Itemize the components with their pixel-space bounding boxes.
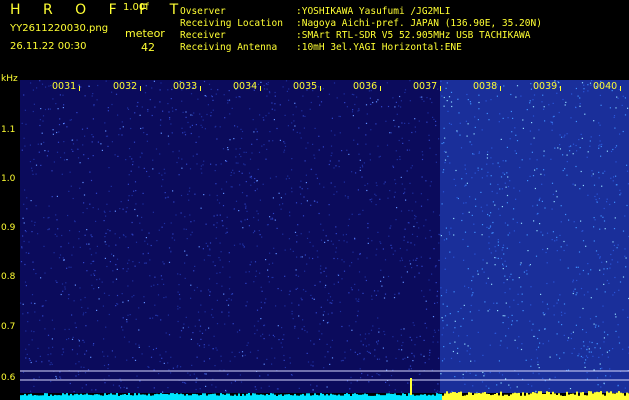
info-antenna-value: :10mH 3el.YAGI Horizontal:ENE <box>296 42 462 53</box>
y-axis-unit: kHz <box>1 74 18 84</box>
time-label: 0034 <box>233 81 258 92</box>
meteor-count-value: 42 <box>141 41 155 54</box>
info-observer-value: :YOSHIKAWA Yasufumi /JG2MLI <box>296 6 451 17</box>
time-tick <box>79 86 80 91</box>
time-label: 0036 <box>353 81 378 92</box>
time-label: 0031 <box>52 81 77 92</box>
info-receiver-value: :SMArt RTL-SDR V5 52.905MHz USB TACHIKAW… <box>296 30 531 41</box>
time-label: 0040 <box>593 81 618 92</box>
time-tick <box>440 86 441 91</box>
time-label: 0037 <box>413 81 438 92</box>
y-tick-label: 0.8 <box>1 272 16 282</box>
time-label: 0039 <box>533 81 558 92</box>
y-tick-label: 0.6 <box>1 373 16 383</box>
app-version: 1.00f <box>123 2 149 13</box>
time-label: 0035 <box>293 81 318 92</box>
time-tick <box>320 86 321 91</box>
info-antenna-key: Receiving Antenna <box>180 42 278 53</box>
hroft-window: H R O F F T 1.00f YY2611220030.png 26.11… <box>0 0 629 400</box>
time-tick <box>560 86 561 91</box>
time-tick <box>500 86 501 91</box>
time-tick <box>140 86 141 91</box>
time-tick <box>620 86 621 91</box>
timestamp: 26.11.22 00:30 <box>10 41 87 52</box>
time-tick <box>380 86 381 91</box>
time-label: 0032 <box>113 81 138 92</box>
y-tick-label: 0.9 <box>1 223 16 233</box>
info-observer-key: Ovserver <box>180 6 226 17</box>
info-receiver-key: Receiver <box>180 30 226 41</box>
info-location-key: Receiving Location <box>180 18 283 29</box>
spectrogram-canvas <box>20 80 629 400</box>
y-tick-label: 0.7 <box>1 322 16 332</box>
y-tick-label: 1.1 <box>1 125 16 135</box>
info-location-value: :Nagoya Aichi-pref. JAPAN (136.90E, 35.2… <box>296 18 542 29</box>
y-tick-label: 1.0 <box>1 174 16 184</box>
app-title: H R O F F T <box>10 2 188 18</box>
file-name: YY2611220030.png <box>10 23 109 34</box>
time-label: 0038 <box>473 81 498 92</box>
time-label: 0033 <box>173 81 198 92</box>
time-tick <box>260 86 261 91</box>
time-tick <box>200 86 201 91</box>
meteor-count-label: meteor <box>125 27 165 40</box>
